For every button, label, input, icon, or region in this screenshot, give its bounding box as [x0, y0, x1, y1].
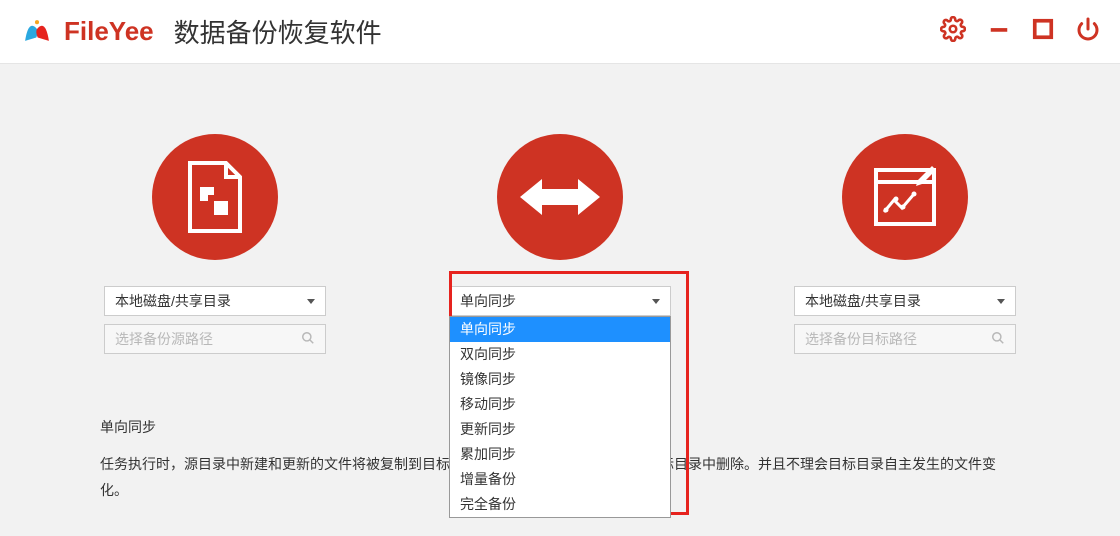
source-icon: [152, 134, 278, 260]
main: 本地磁盘/共享目录 选择备份源路径 单向同步 单向同步双向同步镜像同步移动同步更…: [0, 64, 1120, 504]
columns: 本地磁盘/共享目录 选择备份源路径 单向同步 单向同步双向同步镜像同步移动同步更…: [100, 134, 1020, 354]
mode-column: 单向同步 单向同步双向同步镜像同步移动同步更新同步累加同步增量备份完全备份: [445, 134, 675, 324]
sync-mode-select[interactable]: 单向同步: [449, 286, 671, 316]
source-column: 本地磁盘/共享目录 选择备份源路径: [100, 134, 330, 354]
search-icon: [991, 331, 1005, 348]
logo-icon: [20, 12, 54, 51]
app-title: 数据备份恢复软件: [174, 13, 382, 50]
dropdown-option[interactable]: 完全备份: [450, 492, 670, 517]
chevron-down-icon: [997, 299, 1005, 304]
source-type-select[interactable]: 本地磁盘/共享目录: [104, 286, 326, 316]
target-column: 本地磁盘/共享目录 选择备份目标路径: [790, 134, 1020, 354]
dropdown-option[interactable]: 单向同步: [450, 317, 670, 342]
source-path-input[interactable]: 选择备份源路径: [104, 324, 326, 354]
target-path-input[interactable]: 选择备份目标路径: [794, 324, 1016, 354]
source-type-label: 本地磁盘/共享目录: [115, 291, 231, 311]
source-path-placeholder: 选择备份源路径: [115, 329, 213, 349]
dropdown-option[interactable]: 更新同步: [450, 417, 670, 442]
target-path-placeholder: 选择备份目标路径: [805, 329, 917, 349]
search-icon: [301, 331, 315, 348]
logo-box: FileYee 数据备份恢复软件: [20, 12, 382, 51]
dropdown-option[interactable]: 增量备份: [450, 467, 670, 492]
sync-mode-label: 单向同步: [460, 291, 516, 311]
dropdown-option[interactable]: 双向同步: [450, 342, 670, 367]
chevron-down-icon: [307, 299, 315, 304]
settings-icon[interactable]: [940, 16, 966, 47]
window-controls: [940, 16, 1100, 47]
dropdown-option[interactable]: 移动同步: [450, 392, 670, 417]
brand-name: FileYee: [64, 16, 154, 47]
maximize-icon[interactable]: [1032, 18, 1054, 45]
sync-mode-dropdown: 单向同步双向同步镜像同步移动同步更新同步累加同步增量备份完全备份: [449, 316, 671, 518]
dropdown-option[interactable]: 累加同步: [450, 442, 670, 467]
dropdown-option[interactable]: 镜像同步: [450, 367, 670, 392]
sync-mode-icon: [497, 134, 623, 260]
titlebar: FileYee 数据备份恢复软件: [0, 0, 1120, 64]
minimize-icon[interactable]: [988, 18, 1010, 45]
target-type-label: 本地磁盘/共享目录: [805, 291, 921, 311]
power-icon[interactable]: [1076, 17, 1100, 46]
chevron-down-icon: [652, 299, 660, 304]
target-icon: [842, 134, 968, 260]
target-type-select[interactable]: 本地磁盘/共享目录: [794, 286, 1016, 316]
